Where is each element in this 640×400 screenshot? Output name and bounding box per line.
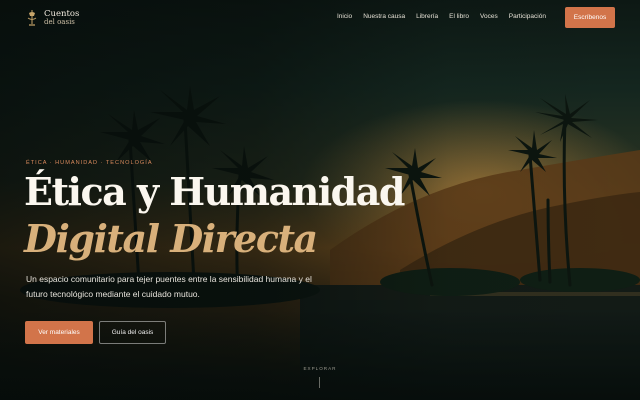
main-nav: Inicio Nuestra causa Librería El libro V… — [337, 13, 557, 20]
contact-button[interactable]: Escríbenos — [565, 7, 615, 28]
hero-title-line1: Ética y Humanidad — [24, 169, 405, 214]
view-materials-button[interactable]: Ver materiales — [25, 321, 93, 344]
nav-link-el-libro[interactable]: El libro — [449, 13, 469, 20]
hero-title-line2: Digital Directa — [24, 216, 318, 261]
brand-logo[interactable]: Cuentos del oasis — [26, 9, 79, 27]
nav-link-voces[interactable]: Voces — [480, 13, 498, 20]
nav-link-libreria[interactable]: Librería — [416, 13, 438, 20]
scroll-hint[interactable]: EXPLORAR — [290, 366, 350, 371]
nav-link-participacion[interactable]: Participación — [509, 13, 546, 20]
brand-subtitle: del oasis — [44, 18, 75, 27]
hero-description: Un espacio comunitario para tejer puente… — [26, 274, 312, 299]
nav-link-inicio[interactable]: Inicio — [337, 13, 352, 20]
bottom-gradient — [0, 310, 640, 400]
hero-section: Cuentos del oasis Inicio Nuestra causa L… — [0, 0, 640, 400]
top-navbar: Cuentos del oasis Inicio Nuestra causa L… — [0, 0, 640, 36]
nav-link-nuestra-causa[interactable]: Nuestra causa — [363, 13, 405, 20]
oasis-guide-button[interactable]: Guía del oasis — [99, 321, 166, 344]
brand-name: Cuentos — [44, 8, 80, 19]
scroll-indicator-line — [319, 377, 320, 388]
brand-text: Cuentos del oasis — [44, 10, 79, 27]
hero-eyebrow: ÉTICA · HUMANIDAD · TECNOLOGÍA — [26, 160, 153, 166]
lamp-icon — [27, 10, 37, 26]
